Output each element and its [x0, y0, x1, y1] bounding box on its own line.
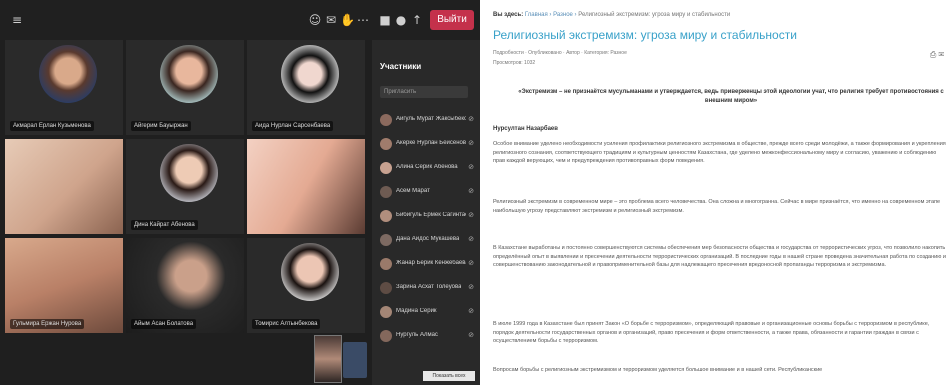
- menu-icon[interactable]: ≡: [10, 13, 24, 27]
- mic-off-icon: ⊘: [468, 164, 474, 171]
- mic-off-icon: ⊘: [468, 260, 474, 267]
- participant-name: Зарина Асхат Толеуова: [396, 284, 462, 290]
- avatar: [380, 330, 392, 342]
- article-paragraph: В Казахстане выработаны и постоянно сове…: [493, 245, 946, 268]
- chat-icon[interactable]: ✉: [324, 13, 338, 27]
- epigraph-author: Нурсултан Назарбаев: [493, 126, 558, 132]
- camera-icon[interactable]: ■: [378, 13, 392, 27]
- article-paragraph: Вопросам борьбы с религиозным экстремизм…: [493, 367, 823, 373]
- mic-off-icon: ⊘: [468, 212, 474, 219]
- tile-name: Гульмира Ержан Нурова: [10, 319, 85, 329]
- people-icon[interactable]: ☺: [308, 13, 322, 27]
- participant-row[interactable]: Акерке Нурлан Бейсенова ⊘: [380, 136, 476, 154]
- participant-row[interactable]: Айгуль Мурат Жаксыбекова ⊘: [380, 112, 476, 130]
- call-toolbar: ≡ ☺ ✉ ✋ ⋯ ■ ● ↑ Выйти: [0, 0, 480, 40]
- video-tile[interactable]: Айгерим Бауыржан: [126, 40, 244, 135]
- video-tile[interactable]: Гульмира Ержан Нурова: [5, 238, 123, 333]
- participant-photo: [281, 243, 339, 301]
- tile-name: Томирис Алтынбекова: [252, 319, 321, 329]
- participant-photo: [281, 45, 339, 103]
- participant-name: Асем Марат: [396, 188, 430, 194]
- panel-title: Участники: [380, 62, 422, 71]
- participant-name: Мадина Серик: [396, 308, 437, 314]
- article-epigraph: «Экстремизм – не признаётся мусульманами…: [518, 89, 944, 104]
- article-actions: ⎙ ✉: [930, 50, 944, 60]
- mic-off-icon: ⊘: [468, 188, 474, 195]
- breadcrumb-label: Вы здесь:: [493, 12, 524, 18]
- participant-name: Алина Серик Абенова: [396, 164, 458, 170]
- participant-row[interactable]: Асем Марат ⊘: [380, 184, 476, 202]
- self-view[interactable]: [314, 335, 342, 383]
- participant-name: Айгуль Мурат Жаксыбекова: [396, 116, 466, 122]
- participant-row[interactable]: Жанар Берик Кенжебаева ⊘: [380, 256, 476, 274]
- breadcrumb-link-category[interactable]: Разное: [553, 12, 573, 18]
- avatar: [380, 186, 392, 198]
- video-tile[interactable]: Акмарал Ерлан Кузьменова: [5, 40, 123, 135]
- avatar: [380, 210, 392, 222]
- avatar: [380, 234, 392, 246]
- mic-off-icon: ⊘: [468, 236, 474, 243]
- self-view-avatar[interactable]: [343, 342, 367, 378]
- participant-name: Акерке Нурлан Бейсенова: [396, 140, 466, 146]
- avatar: [380, 114, 392, 126]
- page-title[interactable]: Религиозный экстремизм: угроза миру и ст…: [493, 28, 797, 42]
- avatar: [380, 258, 392, 270]
- participant-photo: [160, 144, 218, 202]
- participant-name: Бибигуль Ермек Сагинтаева: [396, 212, 466, 218]
- avatar: [380, 306, 392, 318]
- video-call-window: ≡ ☺ ✉ ✋ ⋯ ■ ● ↑ Выйти Акмарал Ерлан Кузь…: [0, 0, 480, 385]
- tile-name: Айгерим Бауыржан: [131, 121, 191, 131]
- breadcrumb-link-home[interactable]: Главная: [525, 12, 548, 18]
- avatar: [380, 162, 392, 174]
- tile-name: Айым Асан Болатова: [131, 319, 197, 329]
- participant-row[interactable]: Дана Айдос Мукашева ⊘: [380, 232, 476, 250]
- print-icon[interactable]: ⎙: [930, 50, 936, 59]
- mic-off-icon: ⊘: [468, 332, 474, 339]
- hand-icon[interactable]: ✋: [340, 13, 355, 27]
- participant-photo: [160, 45, 218, 103]
- article-paragraph: Особое внимание уделено необходимости ус…: [493, 141, 946, 164]
- participant-row[interactable]: Бибигуль Ермек Сагинтаева ⊘: [380, 208, 476, 226]
- article-meta: Подробности · Опубликовано · Автор · Кат…: [493, 50, 627, 56]
- mic-off-icon: ⊘: [468, 308, 474, 315]
- participant-photo: [39, 45, 97, 103]
- participant-name: Нургуль Алмас: [396, 332, 438, 338]
- video-tile[interactable]: Томирис Алтынбекова: [247, 238, 365, 333]
- breadcrumb-current: Религиозный экстремизм: угроза миру и ст…: [578, 12, 731, 18]
- article-paragraph: Религиозный экстремизм в современном мир…: [493, 199, 941, 214]
- tooltip: Показать всех: [423, 371, 475, 381]
- email-icon[interactable]: ✉: [938, 50, 944, 59]
- video-tile[interactable]: Айым Асан Болатова: [126, 238, 244, 333]
- mic-icon[interactable]: ●: [394, 13, 408, 27]
- participant-video: [5, 139, 123, 234]
- mic-off-icon: ⊘: [468, 284, 474, 291]
- video-tile[interactable]: Дина Кайрат Абенова: [126, 139, 244, 234]
- participants-panel: Участники Пригласить Айгуль Мурат Жаксыб…: [372, 40, 480, 385]
- article-paragraph: В июле 1999 года в Казахстане был принят…: [493, 321, 930, 344]
- participant-row[interactable]: Зарина Асхат Толеуова ⊘: [380, 280, 476, 298]
- tile-name: Акмарал Ерлан Кузьменова: [10, 121, 94, 131]
- mic-off-icon: ⊘: [468, 140, 474, 147]
- tile-name: Аида Нурлан Сарсенбаева: [252, 121, 334, 131]
- leave-button[interactable]: Выйти: [430, 10, 474, 30]
- avatar: [380, 282, 392, 294]
- mic-off-icon: ⊘: [468, 116, 474, 123]
- video-tile[interactable]: Аида Нурлан Сарсенбаева: [247, 40, 365, 135]
- participant-video: [247, 139, 365, 234]
- tile-name: Дина Кайрат Абенова: [131, 220, 198, 230]
- video-tile[interactable]: [5, 139, 123, 234]
- participant-name: Жанар Берик Кенжебаева: [396, 260, 466, 266]
- participant-search-input[interactable]: Пригласить: [380, 86, 468, 98]
- avatar: [380, 138, 392, 150]
- share-icon[interactable]: ↑: [410, 13, 424, 27]
- participant-row[interactable]: Алина Серик Абенова ⊘: [380, 160, 476, 178]
- more-icon[interactable]: ⋯: [356, 13, 370, 27]
- participant-row[interactable]: Нургуль Алмас ⊘: [380, 328, 476, 346]
- article-views: Просмотров: 1032: [493, 60, 536, 66]
- breadcrumb: Вы здесь: Главная › Разное › Религиозный…: [493, 12, 731, 18]
- article-page: Вы здесь: Главная › Разное › Религиозный…: [486, 0, 952, 385]
- participant-name: Дана Айдос Мукашева: [396, 236, 460, 242]
- video-tile[interactable]: [247, 139, 365, 234]
- participant-row[interactable]: Мадина Серик ⊘: [380, 304, 476, 322]
